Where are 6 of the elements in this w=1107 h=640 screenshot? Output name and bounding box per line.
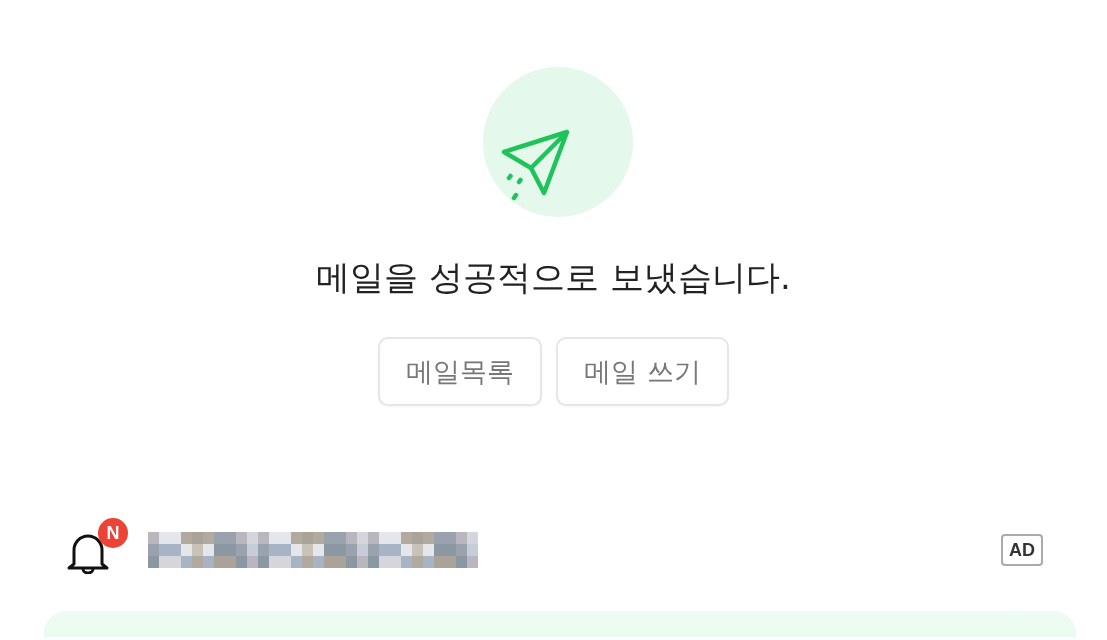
mail-action-button[interactable]: 메일 쓰기 <box>556 337 729 406</box>
ad-label: AD <box>1001 534 1043 566</box>
success-message: 메일을 성공적으로 보냈습니다. <box>316 257 791 297</box>
paper-plane-icon <box>483 67 633 217</box>
mail-action-button[interactable]: 메일목록 <box>378 337 543 406</box>
notification-badge: N <box>98 518 128 548</box>
